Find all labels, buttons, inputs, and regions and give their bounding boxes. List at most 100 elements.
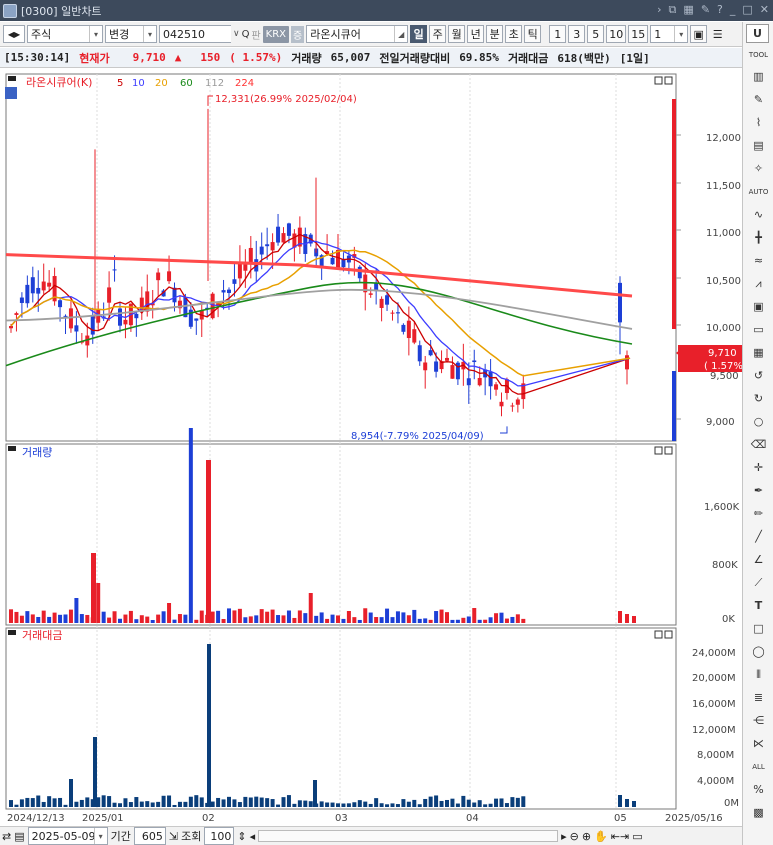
interval-button-15[interactable]: 15 [628, 25, 649, 43]
undo-icon[interactable]: ↺ [743, 364, 773, 387]
text-tool-icon[interactable]: T [743, 594, 773, 617]
period-button-day[interactable]: 일 [410, 25, 428, 43]
lookup-button[interactable]: 조회 [181, 828, 201, 844]
amount-bar-61 [341, 803, 346, 807]
interval-button-1[interactable]: 1 [549, 25, 567, 43]
indicator-icon[interactable]: ⌇ [743, 111, 773, 134]
grid-icon[interactable]: ▦ [683, 3, 693, 17]
rectangle-tool-icon[interactable]: □ [743, 617, 773, 640]
maximize-icon[interactable]: □ [742, 3, 752, 17]
app-icon [3, 3, 17, 18]
chart-scrollbar[interactable] [258, 830, 559, 842]
chart-canvas[interactable]: 라온시큐어(K) 5 10 20 60 112 224 12,331(26.99… [0, 69, 747, 826]
xaxis-label-may: 05 [614, 813, 627, 824]
fan-tool-icon[interactable]: ⋲ [743, 709, 773, 732]
pin-icon[interactable]: ✎ [701, 3, 710, 17]
save-icon[interactable]: ▣ [690, 25, 708, 43]
layout-icon[interactable]: ▭ [632, 830, 642, 843]
code-dropdown-icon[interactable]: ∨ [233, 29, 240, 39]
search-icon[interactable]: Q [242, 29, 250, 40]
interval-button-3[interactable]: 3 [568, 25, 586, 43]
chart-area[interactable]: 라온시큐어(K) 5 10 20 60 112 224 12,331(26.99… [0, 69, 747, 826]
volume-bar-80 [445, 612, 449, 623]
volume-bar-42 [237, 608, 242, 623]
interval-button-10[interactable]: 10 [606, 25, 627, 43]
volume-bar-72 [401, 612, 406, 623]
fibonacci-icon[interactable]: ≣ [743, 686, 773, 709]
pencil-icon[interactable]: ✏ [743, 502, 773, 525]
zigzag-icon[interactable]: ⩘ [743, 272, 773, 295]
amount-bar-7 [47, 796, 52, 807]
pattern-icon[interactable]: ▩ [743, 801, 773, 824]
vertical-lines-icon[interactable]: ⦀ [743, 663, 773, 686]
date-select[interactable]: 2025-05-09 ▾ [27, 827, 108, 845]
period-button-minute[interactable]: 분 [486, 25, 504, 43]
clear-all-icon[interactable]: ALL [743, 755, 773, 778]
link-icon[interactable]: › [657, 3, 661, 17]
popout-icon[interactable]: ⧉ [669, 3, 677, 17]
scroll-right-icon[interactable]: ▸ [561, 830, 567, 843]
line-tool-icon[interactable]: ╱ [743, 525, 773, 548]
period-button-year[interactable]: 년 [467, 25, 485, 43]
calendar-icon[interactable]: ▤ [14, 830, 24, 843]
sparkle-icon[interactable]: ✧ [743, 157, 773, 180]
pan-icon[interactable]: ✋ [594, 830, 608, 843]
volume-panel [9, 428, 636, 623]
stock-name-field[interactable]: 라온시큐어 ◢ [306, 25, 409, 43]
code-input[interactable]: 042510 [159, 25, 231, 43]
period-input[interactable]: 605 [133, 827, 166, 845]
scroll-left-icon[interactable]: ◂ [250, 830, 256, 843]
zoom-out-icon[interactable]: ⊖ [570, 830, 579, 843]
tool-icon[interactable]: TOOL [743, 45, 773, 65]
amount-bar-93 [515, 797, 520, 807]
interval-button-5[interactable]: 5 [587, 25, 605, 43]
minimize-icon[interactable]: _ [730, 3, 736, 17]
period-button-week[interactable]: 주 [429, 25, 447, 43]
compress-icon[interactable]: ⇤⇥ [611, 830, 629, 843]
market-select[interactable]: 주식 ▾ [27, 25, 103, 43]
chart-settings-icon[interactable]: ⇄ [2, 830, 11, 843]
u-button[interactable]: U [746, 24, 769, 43]
interval-select[interactable]: 1 ▾ [650, 25, 689, 43]
mode-select[interactable]: 변경 ▾ [105, 25, 157, 43]
candle-body-77 [428, 350, 433, 356]
eraser-icon[interactable]: ⌫ [743, 433, 773, 456]
magnifier-icon[interactable]: ○ [743, 410, 773, 433]
gann-tool-icon[interactable]: ⋉ [743, 732, 773, 755]
crosshair-icon[interactable]: ✛ [743, 456, 773, 479]
circle-tool-icon[interactable]: ◯ [743, 640, 773, 663]
wrench-icon[interactable]: ✎ [743, 88, 773, 111]
trend-icon[interactable]: ∿ [743, 203, 773, 226]
panel-icon[interactable]: ▦ [743, 341, 773, 364]
percent-icon[interactable]: % [743, 778, 773, 801]
lookup-icon[interactable]: ⇲ [169, 830, 178, 843]
window-icon[interactable]: ▭ [743, 318, 773, 341]
count-spin-icon[interactable]: ⇕ [237, 830, 246, 843]
period-button-month[interactable]: 월 [448, 25, 466, 43]
candle-body-75 [417, 345, 422, 362]
document-icon[interactable]: ▤ [743, 134, 773, 157]
auto-icon[interactable]: AUTO [743, 180, 773, 203]
more-icon[interactable]: ☰ [709, 25, 726, 43]
zoom-in-icon[interactable]: ⊕ [582, 830, 591, 843]
count-input[interactable]: 100 [204, 827, 235, 845]
chevron-down-icon: ◢ [394, 26, 407, 42]
help-icon[interactable]: ? [717, 3, 723, 17]
pen-icon[interactable]: ✒ [743, 479, 773, 502]
amount-bar-62 [346, 803, 351, 807]
period-button-tick[interactable]: 틱 [524, 25, 542, 43]
exchange-tag[interactable]: KRX [262, 25, 290, 43]
candle-body-92 [510, 405, 515, 407]
close-icon[interactable]: ✕ [760, 3, 769, 17]
screen-icon[interactable]: ▣ [743, 295, 773, 318]
line-chart-icon[interactable]: ≈ [743, 249, 773, 272]
chart-type-icon[interactable]: ▥ [743, 65, 773, 88]
redo-icon[interactable]: ↻ [743, 387, 773, 410]
period-button-second[interactable]: 초 [505, 25, 523, 43]
prev-next-button[interactable]: ◀▶ [3, 25, 25, 43]
volume-bar-37 [210, 611, 215, 623]
angle-tool-icon[interactable]: ∠ [743, 548, 773, 571]
ruler-icon[interactable]: ⟋ [743, 571, 773, 594]
candle-icon[interactable]: ╋ [743, 226, 773, 249]
candle-body-73 [406, 320, 411, 339]
